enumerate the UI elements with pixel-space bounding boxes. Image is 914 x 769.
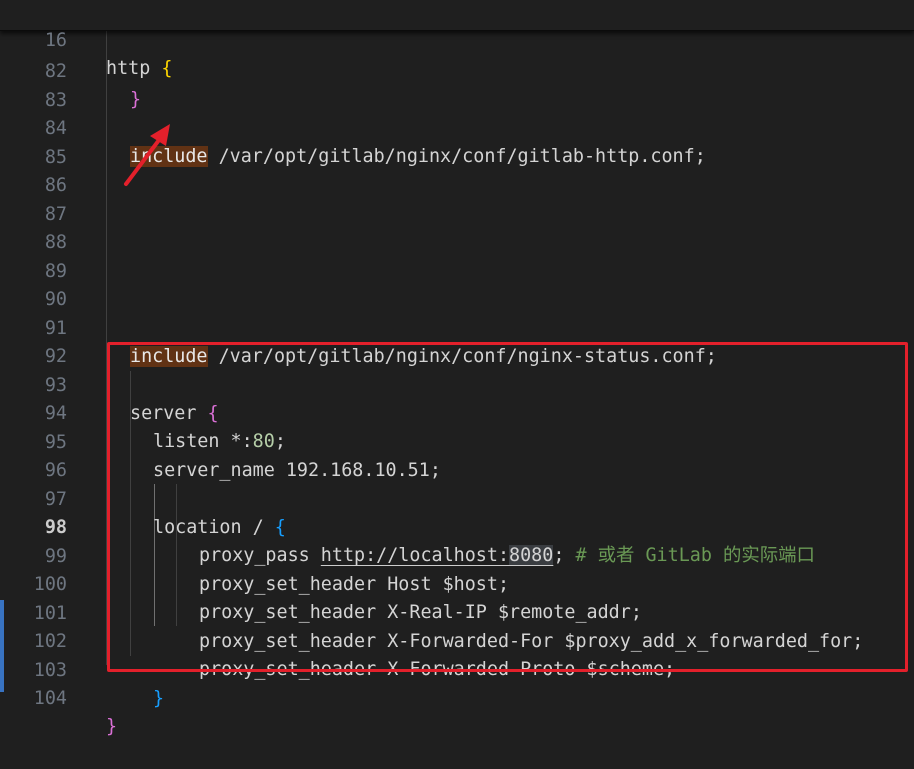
open-brace: { bbox=[161, 58, 173, 79]
code-line[interactable]: 89 bbox=[0, 230, 914, 282]
code-text: http { bbox=[106, 55, 172, 83]
close-brace: } bbox=[106, 716, 118, 737]
code-line[interactable]: 92 bbox=[0, 315, 914, 367]
red-arrow-icon bbox=[124, 124, 170, 186]
red-highlight-box bbox=[107, 342, 908, 672]
code-line[interactable]: 84 include /var/opt/gitlab/nginx/conf/gi… bbox=[0, 87, 914, 167]
close-brace: } bbox=[153, 688, 165, 709]
sticky-line[interactable]: 16 http { bbox=[0, 0, 914, 79]
sticky-scroll-header[interactable]: 16 http { bbox=[0, 0, 914, 79]
code-line[interactable]: 88 bbox=[0, 201, 914, 253]
gutter-change-indicator bbox=[0, 600, 4, 692]
line-number: 104 bbox=[33, 688, 67, 709]
code-line[interactable]: 90 bbox=[0, 258, 914, 310]
code-line[interactable]: 82 } bbox=[0, 30, 914, 110]
code-line[interactable]: 91 include /var/opt/gitlab/nginx/conf/ng… bbox=[0, 287, 914, 367]
http-keyword: http bbox=[106, 58, 151, 79]
line-number: 16 bbox=[44, 30, 67, 51]
